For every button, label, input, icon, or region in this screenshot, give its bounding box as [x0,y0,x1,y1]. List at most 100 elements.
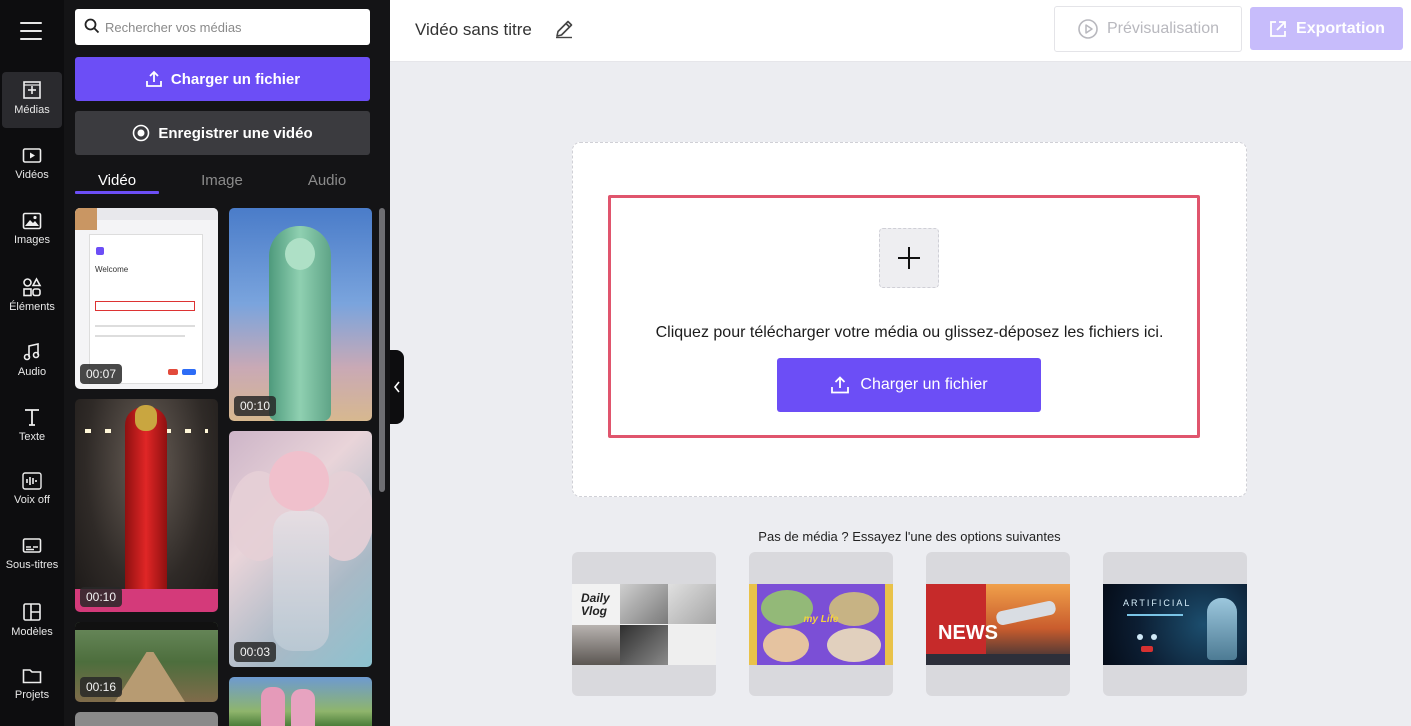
thumb-angel-body [273,511,329,651]
left-rail: Médias Vidéos Images Éléments Audio Text… [0,0,64,726]
preview-photo [620,584,668,624]
rail-label: Images [13,234,51,246]
preview-photo [827,628,881,662]
preview-title: my Life [803,614,839,625]
tab-video[interactable]: Vidéo [75,172,159,189]
upload-file-button-main[interactable]: Charger un fichier [777,358,1041,412]
edit-title-icon[interactable] [553,18,575,45]
media-thumb[interactable] [229,677,372,726]
record-video-label: Enregistrer une vidéo [158,124,313,142]
thumb-next-button [182,369,196,375]
preview-photo [668,625,716,665]
preview-border [749,584,757,665]
media-thumb[interactable]: 00:10 [229,208,372,421]
export-button[interactable]: Exportation [1250,7,1403,50]
thumb-suit-head [135,405,157,431]
preview-ticker [926,654,1070,665]
record-video-button[interactable]: Enregistrer une vidéo [75,111,370,155]
export-icon [1270,20,1286,37]
waveform-icon [22,472,42,490]
thumb-duration: 00:16 [80,677,123,697]
tab-audio[interactable]: Audio [285,172,369,189]
preview-button[interactable]: Prévisualisation [1054,6,1242,52]
image-icon [22,212,42,230]
preview-line [1127,614,1183,616]
template-preview: my Life [749,584,893,665]
panel-scrollbar[interactable] [379,208,385,492]
thumb-logo [96,247,104,255]
preview-dot [1137,634,1143,640]
thumb-dialog: Welcome [89,234,203,384]
folder-icon [22,669,42,684]
thumb-line [95,335,185,337]
rail-label: Voix off [14,494,50,506]
preview-title-line: Daily [581,591,610,605]
template-icon [23,603,41,621]
rail-item-text[interactable]: Texte [2,399,62,455]
rail-item-voiceover[interactable]: Voix off [2,464,62,520]
preview-title: ARTIFICIAL [1123,598,1192,608]
search-box[interactable] [75,9,370,45]
media-thumb[interactable]: 00:03 [229,431,372,667]
media-thumb[interactable] [75,712,218,726]
template-card-news[interactable]: NEWS [926,552,1070,696]
preview-red-marker [1141,646,1153,652]
subtitles-icon [22,538,42,553]
thumb-corner-image [75,208,97,230]
preview-robot-figure [1207,598,1237,660]
rail-label: Vidéos [15,169,49,181]
rail-label: Éléments [9,301,55,313]
preview-photo [763,628,809,662]
rail-item-images[interactable]: Images [2,204,62,260]
record-icon [133,124,150,142]
rail-label: Texte [18,431,46,443]
preview-photo [620,625,668,665]
rail-item-templates[interactable]: Modèles [2,594,62,650]
export-label: Exportation [1296,19,1385,37]
text-icon [25,409,39,426]
search-icon [84,18,100,34]
project-title[interactable]: Vidéo sans titre [415,20,532,40]
media-thumb[interactable]: 00:10 [75,399,218,612]
thumb-duration: 00:10 [80,587,123,607]
collapse-panel-button[interactable] [390,350,404,424]
rail-item-videos[interactable]: Vidéos [2,139,62,195]
rail-item-audio[interactable]: Audio [2,334,62,390]
upload-file-main-label: Charger un fichier [860,376,988,393]
preview-title: NEWS [938,622,998,644]
menu-icon[interactable] [20,22,42,40]
template-preview: NEWS [926,584,1070,665]
thumb-person [261,687,285,726]
template-card-my-life[interactable]: my Life [749,552,893,696]
add-media-icon [23,81,41,99]
template-card-artificial[interactable]: ARTIFICIAL [1103,552,1247,696]
thumb-red-button [168,369,178,375]
upload-file-label: Charger un fichier [170,70,301,88]
shapes-icon [23,277,42,297]
preview-dot [1151,634,1157,640]
rail-label: Modèles [11,626,53,638]
template-card-daily-vlog[interactable]: Daily Vlog [572,552,716,696]
preview-title: Daily Vlog [581,592,610,618]
media-panel: Charger un fichier Enregistrer une vidéo… [64,0,390,726]
media-thumb[interactable]: 00:16 [75,622,218,702]
rail-item-elements[interactable]: Éléments [2,269,62,325]
preview-border [885,584,893,665]
thumb-duration: 00:07 [80,364,123,384]
rail-item-medias[interactable]: Médias [2,72,62,128]
music-note-icon [23,343,40,361]
rail-item-subtitles[interactable]: Sous-titres [2,529,62,585]
upload-file-button[interactable]: Charger un fichier [75,57,370,101]
rail-item-projects[interactable]: Projets [2,659,62,715]
preview-photo [668,584,716,624]
rail-label: Sous-titres [5,559,59,571]
thumb-person [291,689,315,726]
active-tab-indicator [75,191,159,194]
thumb-duration: 00:03 [234,642,277,662]
media-thumb[interactable]: Welcome 00:07 [75,208,218,389]
add-media-box[interactable] [879,228,939,288]
tab-image[interactable]: Image [180,172,264,189]
chevron-left-icon [393,381,400,393]
search-input[interactable] [105,17,360,37]
preview-label: Prévisualisation [1106,20,1220,37]
